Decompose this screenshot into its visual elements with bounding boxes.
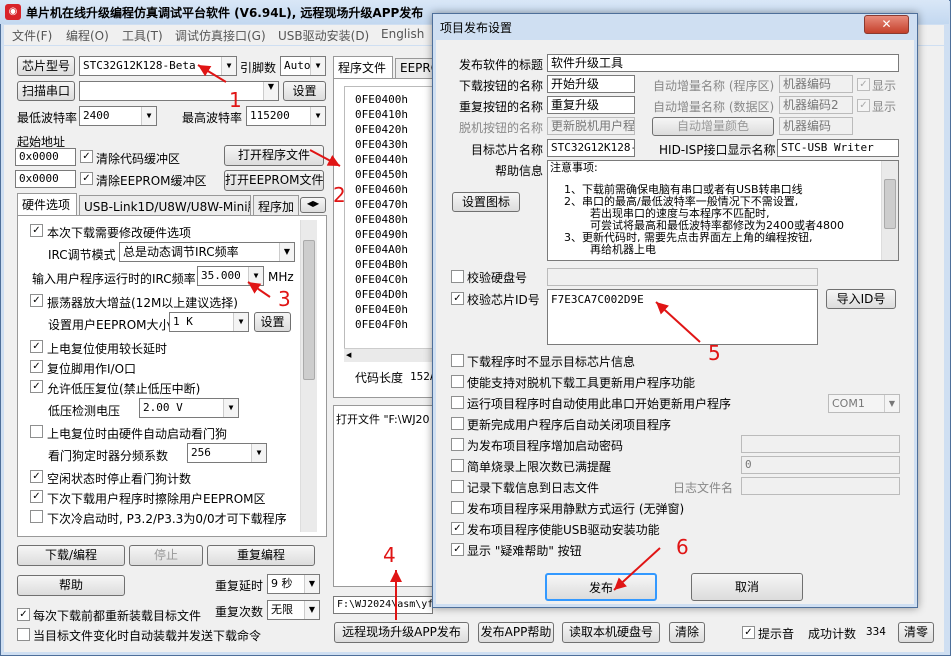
annotation-1: 1 bbox=[229, 88, 242, 112]
arrow-1 bbox=[197, 64, 227, 83]
annotation-6: 6 bbox=[676, 535, 689, 559]
annotation-3: 3 bbox=[278, 287, 291, 311]
arrow-2 bbox=[309, 149, 341, 167]
arrow-5 bbox=[655, 301, 701, 343]
arrow-6 bbox=[613, 547, 661, 591]
annotation-arrows bbox=[197, 64, 701, 620]
annotation-4: 4 bbox=[383, 543, 396, 567]
annotation-5: 5 bbox=[708, 341, 721, 365]
arrow-3 bbox=[247, 281, 271, 298]
annotation-2: 2 bbox=[333, 183, 346, 207]
